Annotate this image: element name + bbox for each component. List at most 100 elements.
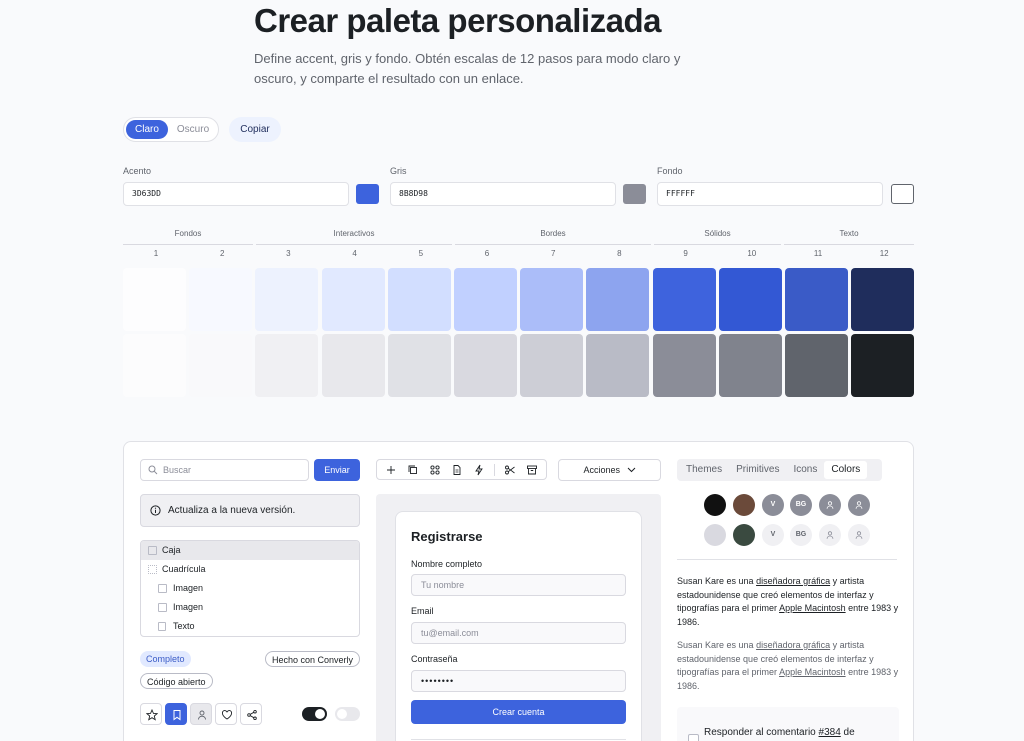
accent-chip-3[interactable] xyxy=(255,268,319,331)
accent-color-swatch[interactable] xyxy=(356,184,379,204)
accent-chip-12[interactable] xyxy=(851,268,915,331)
complete-badge: Completo xyxy=(140,651,191,667)
avatar xyxy=(733,524,755,546)
actions-dropdown[interactable]: Acciones xyxy=(558,459,661,481)
tab-list: Themes Primitives Icons Colors xyxy=(677,459,882,481)
heart-icon xyxy=(222,710,232,720)
para-link[interactable]: diseñadora gráfica xyxy=(756,576,830,586)
create-account-button[interactable]: Crear cuenta xyxy=(411,700,626,724)
share-icon xyxy=(247,709,257,721)
accent-chip-8[interactable] xyxy=(586,268,650,331)
tree-item-label: Caja xyxy=(162,545,181,555)
send-button[interactable]: Enviar xyxy=(314,459,360,481)
gray-chip-5[interactable] xyxy=(387,334,451,397)
copy-button[interactable]: Copiar xyxy=(229,117,281,142)
para-text: Susan Kare es una xyxy=(677,576,757,586)
background-color-swatch[interactable] xyxy=(891,184,914,204)
avatar-person xyxy=(819,524,841,546)
para-link[interactable]: Apple Macintosh xyxy=(779,667,846,677)
share-button[interactable] xyxy=(240,703,262,725)
background-input[interactable]: FFFFFF xyxy=(657,182,883,206)
comment-checkbox[interactable] xyxy=(688,734,699,741)
email-label: Email xyxy=(411,606,434,616)
tab-themes[interactable]: Themes xyxy=(679,461,729,479)
toggle-on[interactable] xyxy=(302,707,327,721)
lightning-icon[interactable] xyxy=(473,464,485,476)
avatar-initials: V xyxy=(762,494,784,516)
archive-icon[interactable] xyxy=(526,464,538,476)
gray-chip-1[interactable] xyxy=(123,334,186,397)
avatar-initials: V xyxy=(762,524,784,546)
para-link[interactable]: diseñadora gráfica xyxy=(756,640,830,650)
person-icon xyxy=(855,531,863,539)
para-text: Susan Kare es una xyxy=(677,640,757,650)
accent-chip-7[interactable] xyxy=(520,268,584,331)
gray-chip-8[interactable] xyxy=(586,334,650,397)
heart-button[interactable] xyxy=(215,703,237,725)
avatar xyxy=(704,494,726,516)
gray-chip-6[interactable] xyxy=(454,334,517,397)
file-icon[interactable] xyxy=(451,464,463,476)
step-number: 2 xyxy=(219,249,225,258)
accent-chip-6[interactable] xyxy=(454,268,517,331)
gray-chip-9[interactable] xyxy=(652,334,716,397)
tree-item-image[interactable]: Imagen xyxy=(141,598,359,617)
step-number: 7 xyxy=(550,249,556,258)
plus-icon[interactable] xyxy=(385,464,397,476)
tab-primitives[interactable]: Primitives xyxy=(729,461,786,479)
accent-chip-5[interactable] xyxy=(387,268,451,331)
search-input[interactable]: Buscar xyxy=(140,459,309,481)
tab-icons[interactable]: Icons xyxy=(786,461,824,479)
tree-item-box[interactable]: Caja xyxy=(141,541,359,560)
comment-text: Responder al comentario #384 de xyxy=(704,727,855,738)
gray-chip-10[interactable] xyxy=(718,334,782,397)
mode-dark-button[interactable]: Oscuro xyxy=(168,120,218,139)
star-icon xyxy=(146,709,158,721)
accent-chip-10[interactable] xyxy=(718,268,782,331)
tree-item-text[interactable]: Texto xyxy=(141,617,359,636)
gray-chip-4[interactable] xyxy=(321,334,385,397)
divider xyxy=(677,559,897,560)
scissors-icon[interactable] xyxy=(504,464,516,476)
gray-input[interactable]: 8B8D98 xyxy=(390,182,616,206)
person-button[interactable] xyxy=(190,703,212,725)
accent-chip-1[interactable] xyxy=(123,268,186,331)
star-button[interactable] xyxy=(140,703,162,725)
mode-light-button[interactable]: Claro xyxy=(126,120,168,139)
accent-input[interactable]: 3D63DD xyxy=(123,182,349,206)
avatar-person xyxy=(848,524,870,546)
gray-color-swatch[interactable] xyxy=(623,184,646,204)
tab-colors[interactable]: Colors xyxy=(824,461,868,479)
gray-chip-11[interactable] xyxy=(785,334,848,397)
comment-link[interactable]: #384 xyxy=(819,727,841,738)
step-number: 5 xyxy=(418,249,424,258)
group-backgrounds: Fondos xyxy=(123,228,253,245)
step-number: 3 xyxy=(286,249,291,258)
password-label: Contraseña xyxy=(411,654,458,664)
tree-item-label: Imagen xyxy=(173,602,204,612)
accent-chip-11[interactable] xyxy=(785,268,848,331)
gray-chip-7[interactable] xyxy=(520,334,584,397)
open-source-badge: Código abierto xyxy=(140,673,213,689)
person-icon xyxy=(198,710,206,720)
toggle-off[interactable] xyxy=(335,707,360,721)
password-input[interactable]: •••••••• xyxy=(411,670,626,692)
name-input[interactable]: Tu nombre xyxy=(411,574,626,596)
tree-item-image[interactable]: Imagen xyxy=(141,579,359,598)
gray-chip-12[interactable] xyxy=(851,334,915,397)
bookmark-icon xyxy=(173,710,181,721)
layer-tree: Caja Cuadrícula Imagen Imagen Texto xyxy=(140,540,360,637)
gray-chip-2[interactable] xyxy=(189,334,253,397)
group-borders: Bordes xyxy=(455,228,651,245)
email-input[interactable]: tu@email.com xyxy=(411,622,626,644)
accent-chip-4[interactable] xyxy=(321,268,385,331)
grid-icon[interactable] xyxy=(429,464,441,476)
para-link[interactable]: Apple Macintosh xyxy=(779,603,846,613)
gray-chip-3[interactable] xyxy=(255,334,319,397)
accent-chip-2[interactable] xyxy=(189,268,253,331)
tree-item-grid[interactable]: Cuadrícula xyxy=(141,560,359,579)
bookmark-button[interactable] xyxy=(165,703,187,725)
step-number: 4 xyxy=(352,249,357,258)
accent-chip-9[interactable] xyxy=(652,268,716,331)
copy-icon[interactable] xyxy=(407,464,419,476)
